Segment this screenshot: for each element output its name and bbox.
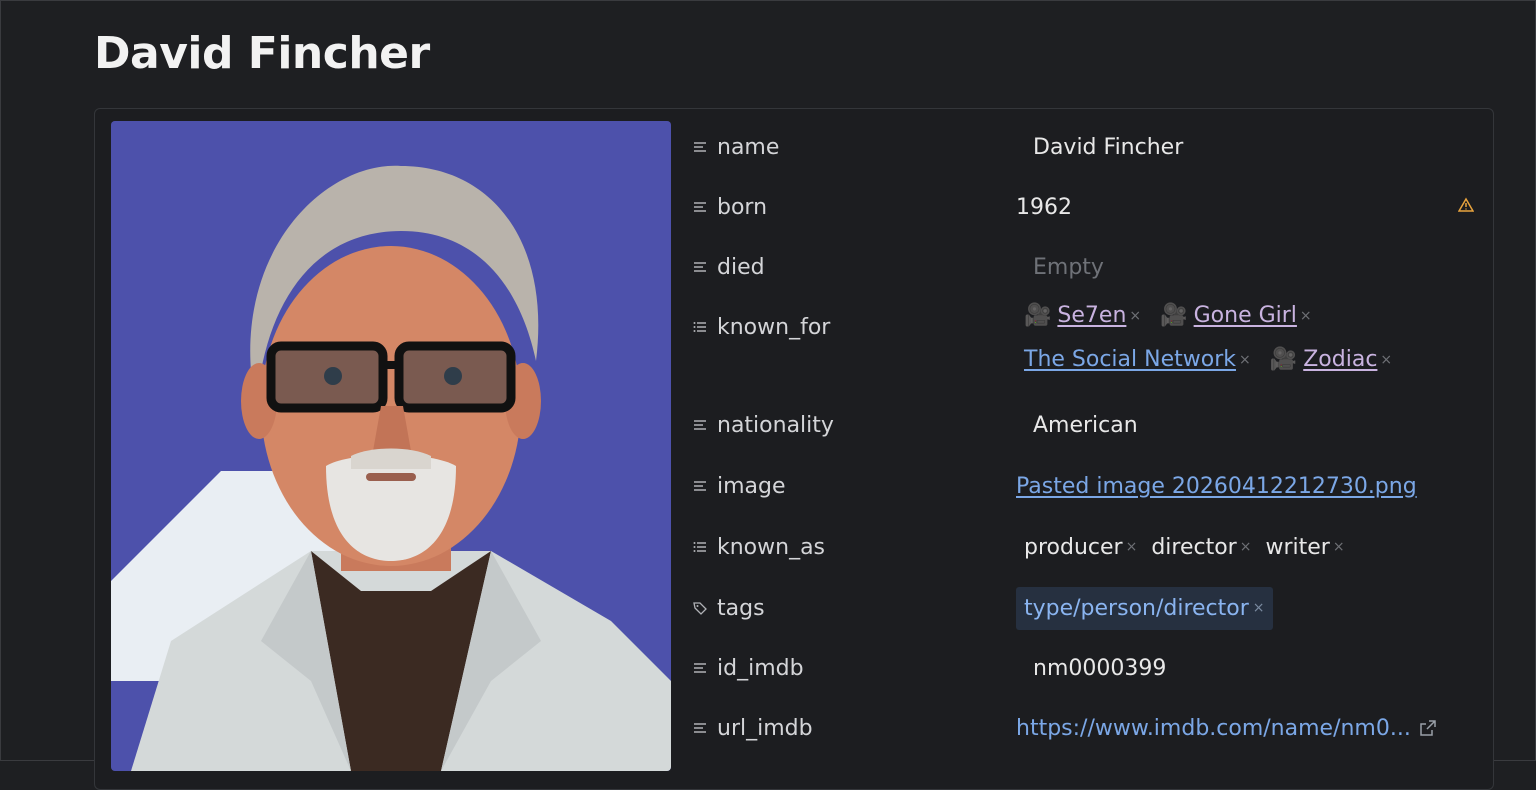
external-link-icon[interactable]	[1419, 719, 1437, 737]
property-value: Pasted image 20260412212730.png	[1016, 456, 1417, 516]
known-for-row-2: The Social Network × 🎥 Zodiac ×	[1024, 347, 1406, 372]
list-icon	[693, 540, 711, 554]
list-item[interactable]: producer ×	[1024, 535, 1137, 560]
property-key-label: tags	[717, 595, 765, 621]
property-name: name David Fincher	[693, 117, 1483, 167]
property-known-for: known_for 🎥 Se7en × 🎥 Gone Girl × The So…	[693, 297, 1483, 397]
remove-icon[interactable]: ×	[1239, 352, 1251, 368]
property-nationality: nationality American	[693, 395, 1483, 445]
property-key[interactable]: name	[693, 117, 779, 177]
lines-icon	[693, 200, 711, 214]
property-value-empty[interactable]: Empty	[1033, 237, 1104, 297]
image-link[interactable]: Pasted image 20260412212730.png	[1016, 474, 1417, 499]
movie-link[interactable]: Zodiac	[1303, 347, 1377, 372]
list-item-label: writer	[1265, 534, 1330, 560]
movie-link[interactable]: The Social Network	[1024, 347, 1236, 372]
property-key-label: known_as	[717, 534, 826, 560]
page-title: David Fincher	[94, 28, 430, 79]
remove-icon[interactable]: ×	[1129, 308, 1141, 324]
property-id-imdb: id_imdb nm0000399	[693, 638, 1483, 688]
tag-icon	[693, 601, 711, 615]
portrait-image[interactable]	[111, 121, 671, 771]
property-key[interactable]: id_imdb	[693, 638, 804, 698]
movie-link[interactable]: Se7en	[1057, 303, 1126, 328]
property-key-label: url_imdb	[717, 715, 813, 741]
property-key-label: known_for	[717, 314, 831, 340]
property-key[interactable]: image	[693, 456, 786, 516]
lines-icon	[693, 721, 711, 735]
remove-icon[interactable]: ×	[1380, 352, 1392, 368]
property-key[interactable]: died	[693, 237, 765, 297]
remove-icon[interactable]: ×	[1253, 600, 1265, 616]
property-key-label: name	[717, 134, 780, 160]
list-item[interactable]: The Social Network ×	[1024, 347, 1251, 372]
property-died: died Empty	[693, 237, 1483, 287]
lines-icon	[693, 661, 711, 675]
list-icon	[693, 320, 711, 334]
list-item[interactable]: director ×	[1151, 535, 1251, 560]
property-key[interactable]: url_imdb	[693, 698, 813, 758]
property-key[interactable]: known_as	[693, 517, 825, 577]
property-url-imdb: url_imdb https://www.imdb.com/name/nm0..…	[693, 698, 1483, 748]
movie-link[interactable]: Gone Girl	[1194, 303, 1297, 328]
property-key[interactable]: nationality	[693, 395, 834, 455]
tag-label: type/person/director	[1024, 595, 1249, 621]
property-value: https://www.imdb.com/name/nm0...	[1016, 698, 1437, 758]
portrait-illustration	[111, 121, 671, 771]
property-value[interactable]: 1962	[1016, 177, 1072, 237]
property-value[interactable]: American	[1033, 395, 1138, 455]
list-item[interactable]: 🎥 Se7en ×	[1024, 303, 1141, 328]
property-known-as: known_as producer × director × writer ×	[693, 517, 1483, 567]
property-value-tags: type/person/director ×	[1016, 578, 1273, 638]
movie-camera-icon: 🎥	[1269, 347, 1298, 372]
remove-icon[interactable]: ×	[1240, 539, 1252, 555]
known-for-row-1: 🎥 Se7en × 🎥 Gone Girl ×	[1024, 303, 1326, 328]
tag-chip[interactable]: type/person/director ×	[1016, 586, 1273, 630]
list-item-label: producer	[1024, 534, 1123, 560]
lines-icon	[693, 260, 711, 274]
property-key[interactable]: known_for	[693, 297, 830, 357]
list-item-label: director	[1151, 534, 1237, 560]
property-image: image Pasted image 20260412212730.png	[693, 456, 1483, 506]
property-value[interactable]: David Fincher	[1033, 117, 1183, 177]
warning-icon[interactable]	[1457, 197, 1475, 217]
property-tags: tags type/person/director ×	[693, 578, 1483, 630]
property-key-label: image	[717, 473, 786, 499]
lines-icon	[693, 479, 711, 493]
property-value-list: producer × director × writer ×	[1024, 517, 1359, 577]
property-born: born 1962	[693, 177, 1483, 227]
remove-icon[interactable]: ×	[1333, 539, 1345, 555]
property-key[interactable]: born	[693, 177, 767, 237]
url-link[interactable]: https://www.imdb.com/name/nm0...	[1016, 716, 1411, 741]
remove-icon[interactable]: ×	[1126, 539, 1138, 555]
list-item[interactable]: 🎥 Gone Girl ×	[1160, 303, 1311, 328]
property-key-label: id_imdb	[717, 655, 804, 681]
property-value[interactable]: nm0000399	[1033, 638, 1166, 698]
property-key-label: nationality	[717, 412, 834, 438]
lines-icon	[693, 140, 711, 154]
remove-icon[interactable]: ×	[1300, 308, 1312, 324]
property-key-label: born	[717, 194, 768, 220]
movie-camera-icon: 🎥	[1160, 303, 1188, 328]
list-item[interactable]: 🎥 Zodiac ×	[1270, 347, 1392, 372]
list-item[interactable]: writer ×	[1265, 535, 1344, 560]
lines-icon	[693, 418, 711, 432]
property-key-label: died	[717, 254, 765, 280]
property-key[interactable]: tags	[693, 578, 765, 638]
movie-camera-icon: 🎥	[1024, 303, 1052, 328]
